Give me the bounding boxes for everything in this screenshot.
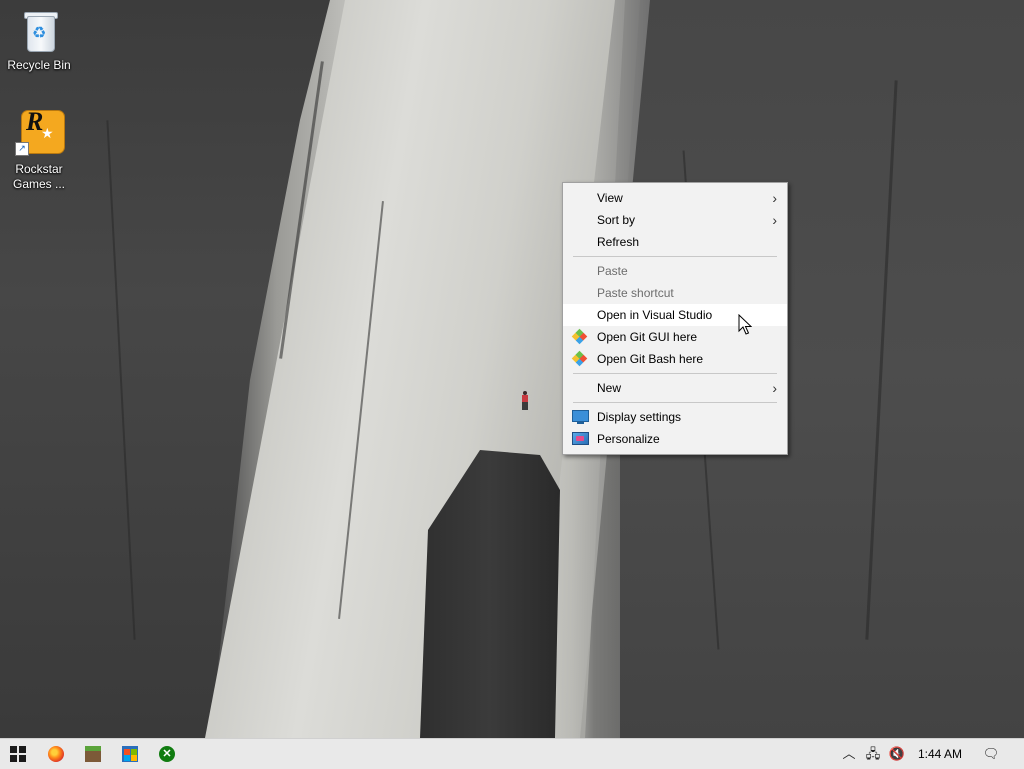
menu-item-label: Paste shortcut [597, 286, 674, 300]
xbox-icon: ✕ [159, 746, 175, 762]
shortcut-arrow-icon: ↗ [15, 142, 29, 156]
recycle-bin-icon: ♻ [15, 6, 63, 54]
menu-item-new[interactable]: New › [563, 377, 787, 399]
menu-item-sort-by[interactable]: Sort by › [563, 209, 787, 231]
mouse-cursor-icon [738, 314, 752, 335]
menu-item-open-git-bash[interactable]: Open Git Bash here [563, 348, 787, 370]
taskbar: ✕ ︿ 🖧 🔇 1:44 AM 🗨 [0, 738, 1024, 769]
git-icon [571, 328, 588, 345]
menu-item-label: Open Git GUI here [597, 330, 698, 344]
menu-item-paste: Paste [563, 260, 787, 282]
start-icon [10, 746, 26, 762]
desktop-context-menu: View › Sort by › Refresh Paste Paste sho… [562, 182, 788, 455]
menu-item-label: Personalize [597, 432, 660, 446]
volume-muted-icon[interactable]: 🔇 [886, 739, 908, 769]
menu-item-label: Open Git Bash here [597, 352, 704, 366]
store-icon [122, 746, 138, 762]
menu-item-label: Display settings [597, 410, 682, 424]
menu-item-label: View [597, 191, 623, 205]
taskbar-xbox[interactable]: ✕ [149, 739, 185, 769]
firefox-icon [48, 746, 64, 762]
taskbar-clock[interactable]: 1:44 AM [918, 739, 968, 769]
desktop-icon-label: Recycle Bin [7, 58, 71, 72]
taskbar-minecraft[interactable] [75, 739, 111, 769]
desktop-icon-label: Rockstar Games ... [12, 162, 65, 191]
menu-item-label: Open in Visual Studio [597, 308, 713, 322]
menu-item-personalize[interactable]: Personalize [563, 428, 787, 450]
personalize-icon [572, 432, 589, 445]
desktop-wallpaper[interactable] [0, 0, 1024, 738]
menu-item-label: Sort by [597, 213, 636, 227]
desktop-icon-recycle-bin[interactable]: ♻ Recycle Bin [2, 6, 76, 73]
menu-separator [573, 373, 777, 374]
network-icon[interactable]: 🖧 [862, 739, 884, 769]
menu-item-label: New [597, 381, 622, 395]
display-icon [572, 410, 589, 424]
taskbar-store[interactable] [112, 739, 148, 769]
menu-item-view[interactable]: View › [563, 187, 787, 209]
desktop-icon-rockstar-games[interactable]: R ★ ↗ Rockstar Games ... [2, 109, 76, 192]
rockstar-games-icon: R ★ ↗ [15, 109, 65, 158]
menu-item-refresh[interactable]: Refresh [563, 231, 787, 253]
chevron-up-icon[interactable]: ︿ [840, 739, 858, 769]
chevron-right-icon: › [772, 190, 777, 206]
menu-item-label: Refresh [597, 235, 640, 249]
menu-item-open-in-visual-studio[interactable]: Open in Visual Studio [563, 304, 787, 326]
menu-item-label: Paste [597, 264, 628, 278]
start-button[interactable] [0, 739, 36, 769]
menu-item-open-git-gui[interactable]: Open Git GUI here [563, 326, 787, 348]
menu-separator [573, 402, 777, 403]
menu-separator [573, 256, 777, 257]
notifications-icon[interactable]: 🗨 [978, 739, 1004, 769]
chevron-right-icon: › [772, 380, 777, 396]
menu-item-paste-shortcut: Paste shortcut [563, 282, 787, 304]
menu-item-display-settings[interactable]: Display settings [563, 406, 787, 428]
taskbar-firefox[interactable] [38, 739, 74, 769]
minecraft-icon [85, 746, 101, 762]
climber-figure [521, 391, 529, 411]
git-icon [571, 350, 588, 367]
chevron-right-icon: › [772, 212, 777, 228]
